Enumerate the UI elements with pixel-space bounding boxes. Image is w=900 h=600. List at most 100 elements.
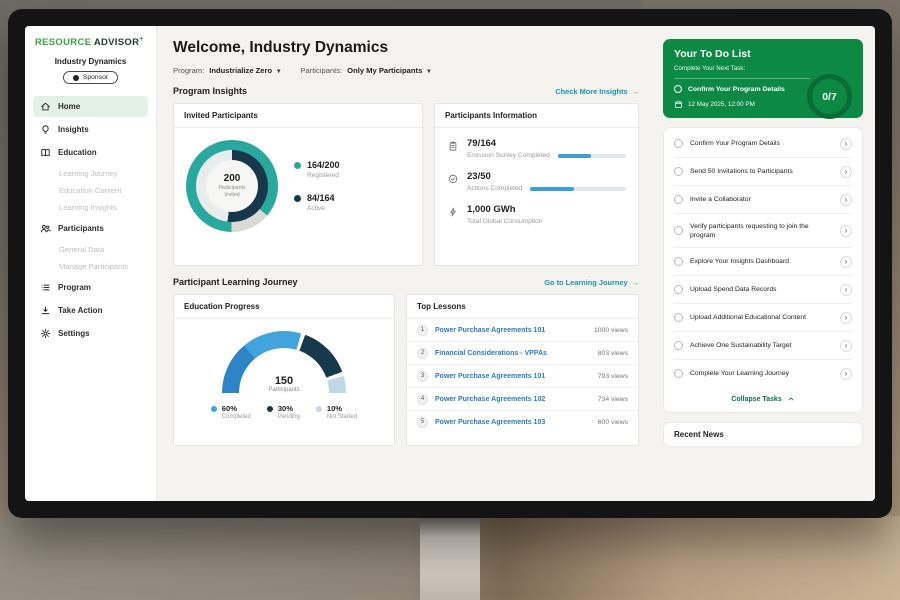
- lesson-rank: 3: [417, 371, 428, 382]
- survey-progress-bar: [558, 154, 626, 158]
- chevron-down-icon: ▾: [427, 67, 430, 75]
- sidebar-item-participants[interactable]: Participants: [33, 218, 148, 239]
- task-row[interactable]: Upload Spend Data Records ›: [674, 276, 852, 304]
- chevron-right-icon[interactable]: ›: [840, 284, 852, 296]
- sidebar-item-label: Participants: [58, 224, 104, 233]
- todo-tasks-card: Confirm Your Program Details › Send 50 I…: [663, 127, 863, 413]
- go-to-learning-journey-link[interactable]: Go to Learning Journey →: [544, 278, 639, 287]
- task-checkbox[interactable]: [674, 167, 683, 176]
- task-checkbox[interactable]: [674, 85, 682, 93]
- download-action-icon: [40, 305, 51, 316]
- task-row[interactable]: Invite a Collaborator ›: [674, 186, 852, 214]
- chevron-right-icon[interactable]: ›: [840, 312, 852, 324]
- chevron-right-icon[interactable]: ›: [840, 166, 852, 178]
- chevron-down-icon: ▾: [277, 67, 280, 75]
- sidebar-subitem-label: Manage Participants: [59, 262, 128, 271]
- check-circle-icon: [447, 172, 459, 184]
- lesson-link[interactable]: Power Purchase Agreements 103: [435, 419, 591, 426]
- bolt-icon: [447, 205, 459, 217]
- task-row[interactable]: Achieve One Sustainability Target ›: [674, 332, 852, 360]
- todo-next-task[interactable]: Confirm Your Program Details: [674, 78, 810, 93]
- dashboard-screen: RESOURCE ADVISOR+ Industry Dynamics Spon…: [25, 26, 875, 501]
- legend-item-completed: 60% Completed: [211, 404, 251, 420]
- monitor-bezel: RESOURCE ADVISOR+ Industry Dynamics Spon…: [8, 9, 892, 518]
- todo-progress-ring: 0/7: [807, 74, 852, 119]
- task-checkbox[interactable]: [674, 285, 683, 294]
- legend-value: 84/164: [307, 193, 335, 203]
- legend-value: 164/200: [307, 160, 340, 170]
- lesson-views: 793 views: [598, 373, 628, 380]
- todo-subtitle: Complete Your Next Task:: [674, 65, 852, 72]
- legend-dot: [294, 195, 301, 202]
- calendar-icon: [674, 100, 683, 109]
- check-more-insights-link[interactable]: Check More Insights →: [555, 87, 639, 96]
- todo-summary-card: Your To Do List Complete Your Next Task:…: [663, 39, 863, 118]
- lesson-link[interactable]: Power Purchase Agreements 101: [435, 373, 591, 380]
- task-label: Upload Additional Educational Content: [690, 313, 833, 322]
- chevron-right-icon[interactable]: ›: [840, 340, 852, 352]
- collapse-tasks-link[interactable]: Collapse Tasks: [674, 387, 852, 410]
- task-row[interactable]: Explore Your Insights Dashboard ›: [674, 248, 852, 276]
- chevron-right-icon[interactable]: ›: [840, 368, 852, 380]
- lightbulb-icon: [40, 124, 51, 135]
- chevron-right-icon[interactable]: ›: [840, 138, 852, 150]
- chevron-right-icon[interactable]: ›: [840, 225, 852, 237]
- info-value: 23/50: [467, 171, 626, 182]
- program-dropdown[interactable]: Industrialize Zero ▾: [209, 66, 280, 75]
- info-label: Total Global Consumption: [467, 218, 543, 225]
- next-task-label: Confirm Your Program Details: [688, 86, 785, 93]
- task-row[interactable]: Complete Your Learning Journey ›: [674, 360, 852, 387]
- task-row[interactable]: Upload Additional Educational Content ›: [674, 304, 852, 332]
- gauge-center-value: 150: [222, 375, 346, 387]
- sidebar-item-education[interactable]: Education: [33, 142, 148, 163]
- task-checkbox[interactable]: [674, 226, 683, 235]
- sidebar-item-insights[interactable]: Insights: [33, 119, 148, 140]
- legend-value: 60%: [222, 404, 251, 413]
- progress-fill: [530, 187, 574, 191]
- arrow-right-icon: →: [632, 87, 639, 96]
- chevron-right-icon[interactable]: ›: [840, 256, 852, 268]
- lesson-link[interactable]: Power Purchase Agreements 102: [435, 396, 591, 403]
- sidebar-item-label: Insights: [58, 125, 89, 134]
- sidebar-item-education-content[interactable]: Education Content: [33, 182, 148, 199]
- legend-label: Completed: [222, 414, 251, 420]
- sidebar-item-learning-journey[interactable]: Learning Journey: [33, 165, 148, 182]
- task-checkbox[interactable]: [674, 195, 683, 204]
- task-checkbox[interactable]: [674, 341, 683, 350]
- task-checkbox[interactable]: [674, 257, 683, 266]
- sponsor-badge[interactable]: Sponsor: [63, 71, 118, 84]
- task-checkbox[interactable]: [674, 139, 683, 148]
- task-checkbox[interactable]: [674, 369, 683, 378]
- lesson-link[interactable]: Power Purchase Agreements 101: [435, 327, 587, 334]
- task-row[interactable]: Verify participants requesting to join t…: [674, 214, 852, 248]
- sidebar-subitem-label: General Data: [59, 245, 104, 254]
- sidebar-item-manage-participants[interactable]: Manage Participants: [33, 258, 148, 275]
- education-gauge-chart: 150 Participants: [222, 331, 346, 393]
- chevron-up-icon: [787, 395, 795, 403]
- legend-dot: [267, 406, 273, 412]
- sidebar-item-take-action[interactable]: Take Action: [33, 300, 148, 321]
- sidebar-subitem-label: Learning Journey: [59, 169, 118, 178]
- donut-center-label: Participants Invited: [212, 185, 252, 199]
- chevron-right-icon[interactable]: ›: [840, 194, 852, 206]
- info-value: 1,000 GWh: [467, 204, 626, 215]
- task-label: Complete Your Learning Journey: [690, 369, 833, 378]
- task-row[interactable]: Confirm Your Program Details ›: [674, 130, 852, 158]
- card-title: Participants Information: [435, 104, 638, 128]
- info-value: 79/164: [467, 138, 626, 149]
- recent-news-header[interactable]: Recent News: [663, 422, 863, 447]
- participants-dropdown[interactable]: Only My Participants ▾: [347, 66, 430, 75]
- sidebar-item-general-data[interactable]: General Data: [33, 241, 148, 258]
- task-checkbox[interactable]: [674, 313, 683, 322]
- task-row[interactable]: Send 50 Invitations to Participants ›: [674, 158, 852, 186]
- lesson-link[interactable]: Financial Considerations - VPPAs: [435, 350, 591, 357]
- todo-panel: Your To Do List Complete Your Next Task:…: [653, 26, 875, 501]
- sidebar-item-label: Settings: [58, 329, 90, 338]
- sidebar-item-program[interactable]: Program: [33, 277, 148, 298]
- sidebar-item-learning-insights[interactable]: Learning Insights: [33, 199, 148, 216]
- users-icon: [40, 223, 51, 234]
- program-insights-title: Program Insights: [173, 86, 247, 96]
- main-content: Welcome, Industry Dynamics Program: Indu…: [157, 26, 653, 501]
- sidebar-item-settings[interactable]: Settings: [33, 323, 148, 344]
- sidebar-item-home[interactable]: Home: [33, 96, 148, 117]
